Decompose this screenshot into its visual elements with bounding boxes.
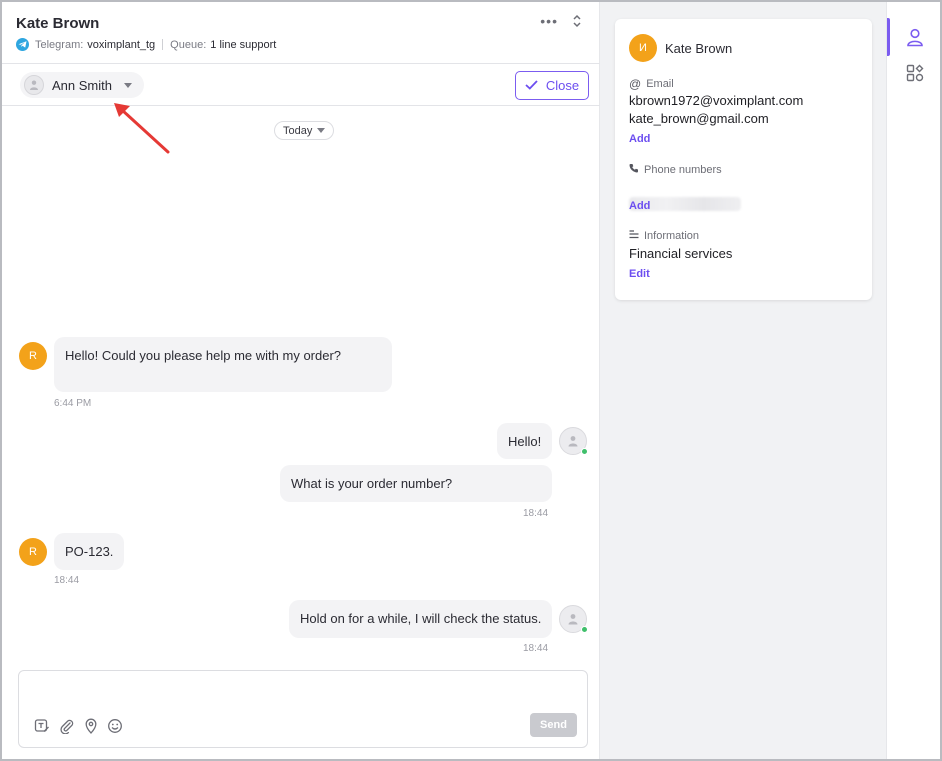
- chevron-updown-icon[interactable]: [572, 14, 582, 28]
- message-text: PO-123.: [65, 544, 114, 559]
- message-time: 18:44: [54, 575, 80, 586]
- integrations-icon[interactable]: [906, 64, 924, 87]
- template-icon[interactable]: [34, 718, 50, 734]
- annotation-arrow-icon: [114, 103, 170, 154]
- add-phone-link[interactable]: Add: [629, 200, 650, 212]
- message-bubble: Hold on for a while, I will check the st…: [289, 600, 553, 638]
- channel-meta: Telegram: voximplant_tg Queue: 1 line su…: [16, 38, 276, 51]
- client-avatar: R: [19, 342, 47, 370]
- side-rail: [886, 2, 940, 759]
- close-chat-button[interactable]: Close: [515, 71, 589, 100]
- phone-section-label: Phone numbers: [629, 163, 722, 176]
- meta-divider: [162, 39, 164, 50]
- queue-value: 1 line support: [210, 38, 277, 51]
- edit-info-link[interactable]: Edit: [629, 268, 650, 280]
- contact-card-header: И Kate Brown: [629, 34, 732, 62]
- telegram-icon: [16, 38, 29, 51]
- message-time: 18:44: [523, 643, 549, 654]
- message-text: Hello! Could you please help me with my …: [65, 348, 342, 363]
- info-value: Financial services: [629, 246, 733, 261]
- queue-label: Queue:: [170, 38, 207, 51]
- client-avatar-initial: R: [29, 350, 37, 362]
- phone-label: Phone numbers: [644, 163, 722, 176]
- date-filter-pill[interactable]: Today: [274, 121, 335, 140]
- date-filter-label: Today: [283, 124, 313, 137]
- message-time: 6:44 PM: [54, 398, 92, 409]
- channel-label: Telegram:: [35, 38, 84, 51]
- channel-value: voximplant_tg: [87, 38, 156, 51]
- chevron-down-icon: [123, 82, 132, 88]
- info-label: Information: [644, 230, 700, 242]
- message-text: Hold on for a while, I will check the st…: [300, 611, 542, 626]
- message-bubble: PO-123.: [54, 533, 125, 570]
- client-avatar-initial: R: [29, 546, 37, 558]
- message-time: 18:44: [523, 508, 549, 519]
- header-actions: •••: [540, 14, 582, 28]
- operator-avatar: [559, 605, 588, 633]
- assignee-name: Ann Smith: [52, 77, 112, 93]
- contact-title: Kate Brown: [16, 15, 100, 32]
- check-icon: [525, 78, 538, 93]
- send-button[interactable]: Send: [530, 713, 577, 737]
- add-email-link[interactable]: Add: [629, 133, 650, 145]
- message-text: What is your order number?: [291, 476, 453, 491]
- attach-icon[interactable]: [59, 718, 75, 734]
- message-bubble: What is your order number?: [280, 465, 552, 502]
- emoji-icon[interactable]: [107, 718, 123, 734]
- contact-avatar: И: [629, 34, 657, 62]
- app-window: Kate Brown Telegram: voximplant_tg Queue…: [0, 0, 942, 761]
- phone-icon: [629, 163, 639, 176]
- chat-panel: Kate Brown Telegram: voximplant_tg Queue…: [2, 2, 600, 759]
- composer-tools: [34, 718, 123, 734]
- at-sign-icon: @: [629, 77, 642, 91]
- email-section-label: @ Email: [629, 77, 674, 91]
- more-dots-icon[interactable]: •••: [540, 14, 558, 28]
- message-bubble: Hello! Could you please help me with my …: [54, 337, 392, 392]
- message-text: Hello!: [508, 434, 542, 449]
- message-bubble: Hello!: [497, 423, 553, 459]
- contact-profile-icon[interactable]: [906, 28, 924, 52]
- email-value: kate_brown@gmail.com: [629, 111, 769, 126]
- online-status-icon: [581, 448, 588, 455]
- chat-toolbar: Ann Smith Close: [2, 64, 600, 106]
- active-tab-indicator: [887, 18, 890, 56]
- contact-info-panel: И Kate Brown @ Email kbrown1972@voximpla…: [600, 2, 886, 759]
- lines-icon: [629, 230, 639, 242]
- email-value: kbrown1972@voximplant.com: [629, 93, 804, 108]
- assignee-avatar: [24, 75, 44, 95]
- assignee-dropdown[interactable]: Ann Smith: [20, 72, 144, 98]
- email-label: Email: [646, 78, 674, 90]
- chat-header: Kate Brown Telegram: voximplant_tg Queue…: [2, 2, 600, 64]
- online-status-icon: [581, 626, 588, 633]
- info-section-label: Information: [629, 230, 699, 242]
- client-avatar: R: [19, 538, 47, 566]
- message-composer[interactable]: Send: [18, 670, 588, 748]
- contact-card-name: Kate Brown: [665, 40, 733, 56]
- contact-card: И Kate Brown @ Email kbrown1972@voximpla…: [615, 19, 872, 300]
- chevron-down-icon: [317, 128, 326, 133]
- location-icon[interactable]: [84, 718, 98, 734]
- operator-avatar: [559, 427, 588, 455]
- close-label: Close: [545, 78, 580, 93]
